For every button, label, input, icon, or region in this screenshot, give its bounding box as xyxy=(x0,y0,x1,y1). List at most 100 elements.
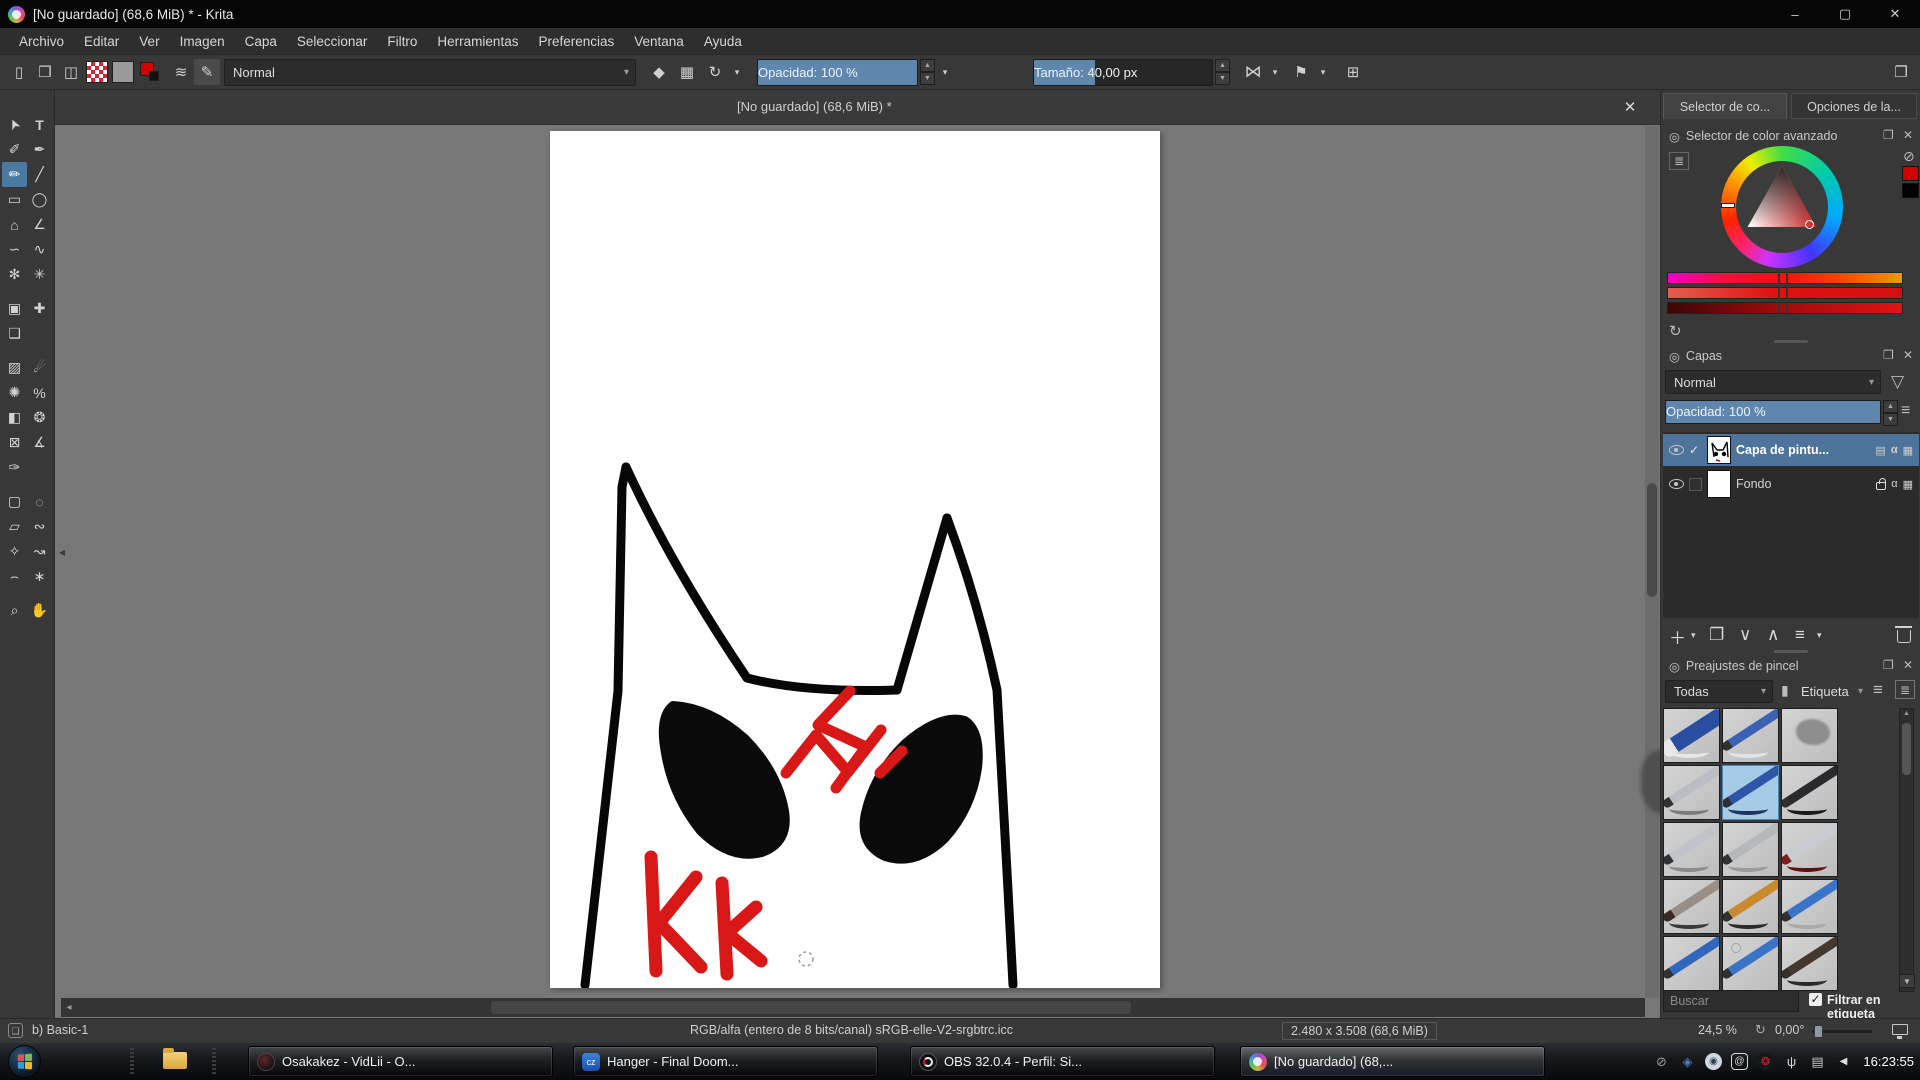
horizontal-scrollbar[interactable]: ◂ xyxy=(61,998,1645,1017)
layer-check-box[interactable] xyxy=(1689,478,1702,491)
size-slider[interactable]: Tamaño: 40,00 px xyxy=(1033,59,1213,86)
layer-options-menu-icon[interactable]: ≡ xyxy=(1901,402,1910,420)
tool-rectangle[interactable]: ▭ xyxy=(2,187,27,212)
spin-up-icon[interactable]: ▲ xyxy=(920,59,935,72)
mirror-icon[interactable]: ⋈ xyxy=(1240,59,1266,85)
network-offline-icon[interactable]: ⊘ xyxy=(1653,1053,1670,1070)
eraser-mode-icon[interactable]: ◆ xyxy=(646,59,672,85)
tool-colorize-mask[interactable]: ⊠ xyxy=(2,430,27,455)
float-docker-icon[interactable]: ❐ xyxy=(1883,348,1894,362)
brush-pencil-blue-2[interactable] xyxy=(1663,936,1720,991)
background-color-swatch[interactable] xyxy=(1902,183,1919,198)
gradients-icon[interactable]: ≋ xyxy=(168,59,194,85)
tool-freehand-path[interactable]: ∿ xyxy=(27,237,52,262)
brush-eraser-block[interactable] xyxy=(1663,708,1720,763)
layer-visibility-eye-icon[interactable] xyxy=(1669,479,1684,489)
layer-opacity-slider[interactable]: Opacidad: 100 % xyxy=(1665,400,1881,424)
foreground-color-swatch[interactable] xyxy=(1902,166,1919,181)
tool-select-contiguous[interactable]: ∗ xyxy=(27,564,52,589)
menu-archivo[interactable]: Archivo xyxy=(10,30,73,53)
tool-select-similar[interactable]: ✧ xyxy=(2,539,27,564)
brush-eraser-soft[interactable] xyxy=(1722,708,1779,763)
chevron-down-icon[interactable]: ▾ xyxy=(730,59,744,85)
tool-text[interactable]: T xyxy=(27,112,52,137)
vertical-scrollbar-thumb[interactable] xyxy=(1647,483,1657,597)
device-icon[interactable]: ▤ xyxy=(1809,1053,1826,1070)
maximize-button[interactable]: ▢ xyxy=(1820,0,1870,28)
layer-filter-funnel-icon[interactable]: ▽ xyxy=(1891,372,1904,392)
brush-pencil-blue-large[interactable] xyxy=(1781,879,1838,934)
brush-ink-pen-selected[interactable] xyxy=(1722,765,1779,820)
steam-icon[interactable]: ◉ xyxy=(1705,1053,1722,1070)
float-docker-icon[interactable]: ❐ xyxy=(1883,128,1894,142)
layer-visibility-eye-icon[interactable] xyxy=(1669,445,1684,455)
presets-menu-icon[interactable]: ≡ xyxy=(1873,680,1883,700)
tool-enclose-fill[interactable]: ❂ xyxy=(27,405,52,430)
alpha-checker-icon[interactable]: ▦ xyxy=(1903,444,1913,457)
tool-gradient[interactable]: ▨ xyxy=(2,355,27,380)
float-docker-icon[interactable]: ❐ xyxy=(1883,658,1894,672)
brush-airbrush-soft[interactable] xyxy=(1781,708,1838,763)
tool-crop[interactable]: ❏ xyxy=(2,321,27,346)
tool-calligraphy[interactable]: ✒ xyxy=(27,137,52,162)
zoom-slider-handle[interactable] xyxy=(1814,1025,1823,1038)
explorer-pinned-icon[interactable] xyxy=(163,1052,187,1069)
size-spinner[interactable]: ▲ ▼ xyxy=(1215,59,1230,85)
tool-freehand-brush[interactable]: ✏ xyxy=(2,162,27,187)
opacity-spinner[interactable]: ▲ ▼ xyxy=(920,59,935,85)
tool-polyline[interactable]: ∠ xyxy=(27,212,52,237)
chevron-down-icon[interactable]: ▾ xyxy=(1316,59,1330,85)
menu-ayuda[interactable]: Ayuda xyxy=(695,30,751,53)
brush-fineliner-black[interactable] xyxy=(1781,765,1838,820)
alpha-lock-icon[interactable]: α xyxy=(1891,444,1898,456)
pattern-swatch[interactable] xyxy=(86,61,108,83)
brush-pencil-blue-3[interactable] xyxy=(1722,936,1779,991)
tag-dropdown[interactable]: Etiqueta ▾ xyxy=(1795,680,1869,703)
task-doom[interactable]: cz Hanger - Final Doom... xyxy=(573,1046,878,1077)
opacity-slider[interactable]: Opacidad: 100 % xyxy=(757,59,918,86)
layer-row-background[interactable]: Fondo α ▦ xyxy=(1663,468,1919,500)
spin-down-icon[interactable]: ▼ xyxy=(920,72,935,85)
docker-divider[interactable] xyxy=(1774,340,1808,343)
docker-lock-icon[interactable]: ◎ xyxy=(1669,349,1680,364)
spin-down-icon[interactable]: ▼ xyxy=(1215,72,1230,85)
wraparound-icon[interactable]: ⊞ xyxy=(1340,59,1366,85)
tool-assistants[interactable]: ∡ xyxy=(27,430,52,455)
tool-edit-shapes[interactable]: ✐ xyxy=(2,137,27,162)
tool-pan[interactable]: ✋ xyxy=(27,598,52,623)
preserve-alpha-icon[interactable]: ▦ xyxy=(674,59,700,85)
docker-lock-icon[interactable]: ◎ xyxy=(1669,659,1680,674)
tool-select-magnetic[interactable]: ⌢ xyxy=(2,564,27,589)
preset-filter-dropdown[interactable]: Todas ▾ xyxy=(1665,680,1773,703)
menu-preferencias[interactable]: Preferencias xyxy=(529,30,623,53)
volume-icon[interactable]: ◀ xyxy=(1835,1053,1852,1070)
alpha-checker-icon[interactable]: ▦ xyxy=(1903,478,1913,491)
swirl-app-icon[interactable]: @ xyxy=(1731,1053,1748,1070)
close-docker-icon[interactable]: ✕ xyxy=(1903,658,1913,672)
layer-opacity-spinner[interactable]: ▲ ▼ xyxy=(1883,400,1898,426)
security-shield-icon[interactable]: ◈ xyxy=(1679,1053,1696,1070)
tool-color-sampler[interactable]: ☄ xyxy=(27,355,52,380)
add-layer-button[interactable]: ＋ xyxy=(1669,624,1686,649)
left-arrow-icon[interactable]: ◂ xyxy=(59,545,65,559)
tool-bezier-curve[interactable]: ∽ xyxy=(2,237,27,262)
tool-zoom[interactable]: ⌕ xyxy=(2,598,27,623)
tool-polygon[interactable]: ⌂ xyxy=(2,212,27,237)
brush-pen-red-tip[interactable] xyxy=(1781,822,1838,877)
preset-view-mode-icon[interactable]: ≣ xyxy=(1895,680,1915,699)
tool-select-bezier[interactable]: ↝ xyxy=(27,539,52,564)
tool-select-elliptical[interactable]: ◌ xyxy=(27,489,52,514)
minimize-button[interactable]: – xyxy=(1770,0,1820,28)
brush-editor-icon[interactable]: ✎ xyxy=(194,59,220,85)
layer-blend-mode-dropdown[interactable]: Normal ▾ xyxy=(1665,370,1881,394)
brush-orange[interactable] xyxy=(1722,879,1779,934)
tool-measure[interactable]: % xyxy=(27,380,52,405)
taskbar-clock[interactable]: 16:23:55 xyxy=(1863,1043,1914,1080)
tab-tool-options[interactable]: Opciones de la... xyxy=(1791,93,1917,119)
refresh-icon[interactable]: ↻ xyxy=(1669,322,1682,340)
vertical-scrollbar[interactable] xyxy=(1645,126,1659,998)
hue-strip[interactable] xyxy=(1667,272,1903,284)
spin-up-icon[interactable]: ▲ xyxy=(1215,59,1230,72)
rotation-icon[interactable]: ↻ xyxy=(1755,1022,1766,1038)
presets-scrollbar[interactable]: ▲ xyxy=(1899,708,1914,992)
